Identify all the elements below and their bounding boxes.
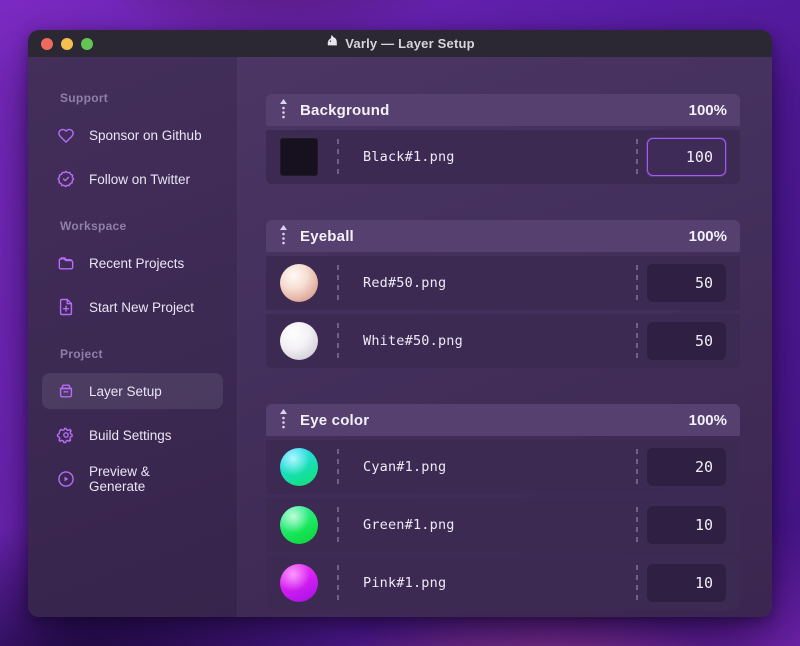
layer-group-header[interactable]: Background 100%: [266, 94, 740, 126]
layer-row: Cyan#1.png: [266, 440, 740, 494]
heart-icon: [56, 125, 76, 145]
divider: [636, 565, 638, 601]
sidebar-item-recent-projects[interactable]: Recent Projects: [42, 245, 223, 281]
divider: [636, 449, 638, 485]
divider: [636, 265, 638, 301]
sidebar-item-label: Preview & Generate: [89, 464, 150, 494]
divider: [337, 265, 339, 301]
close-window-button[interactable]: [41, 37, 53, 50]
divider: [636, 323, 638, 359]
titlebar[interactable]: Varly — Layer Setup: [28, 30, 772, 57]
sidebar-item-start-new-project[interactable]: Start New Project: [42, 289, 223, 325]
sidebar: Support Sponsor on Github Follow on Twit…: [28, 57, 238, 617]
play-circle-icon: [56, 469, 76, 489]
layer-thumbnail-black: [280, 138, 318, 176]
layer-filename: White#50.png: [363, 333, 463, 349]
divider: [636, 139, 638, 175]
layer-weight-input[interactable]: [647, 264, 726, 302]
layer-thumbnail-red: [280, 264, 318, 302]
traffic-lights: [28, 37, 93, 50]
divider: [337, 507, 339, 543]
group-title: Background: [300, 101, 390, 119]
sidebar-item-layer-setup[interactable]: Layer Setup: [42, 373, 223, 409]
layer-row: Black#1.png: [266, 130, 740, 184]
layer-thumbnail-pink: [280, 564, 318, 602]
drag-handle-icon[interactable]: [279, 99, 288, 121]
layer-group-header[interactable]: Eye color 100%: [266, 404, 740, 436]
sidebar-section-project: Project Layer Setup Build Settings Previ…: [42, 347, 223, 497]
layer-thumbnail-green: [280, 506, 318, 544]
layer-filename: Black#1.png: [363, 149, 455, 165]
group-weight: 100%: [688, 411, 727, 429]
divider: [337, 323, 339, 359]
zoom-window-button[interactable]: [81, 37, 93, 50]
layer-weight-input[interactable]: [647, 448, 726, 486]
section-label-project: Project: [60, 347, 103, 361]
layer-weight-input[interactable]: [647, 138, 726, 176]
archive-box-icon: [56, 381, 76, 401]
group-title: Eye color: [300, 411, 370, 429]
layer-weight-input[interactable]: [647, 322, 726, 360]
sidebar-item-follow-on-twitter[interactable]: Follow on Twitter: [42, 161, 223, 197]
divider: [337, 139, 339, 175]
sidebar-item-label: Start New Project: [89, 299, 195, 315]
sidebar-item-label: Sponsor on Github: [89, 127, 202, 143]
sidebar-item-label: Recent Projects: [89, 255, 185, 271]
sidebar-section-workspace: Workspace Recent Projects Start New Proj…: [42, 219, 223, 325]
sidebar-item-sponsor-on-github[interactable]: Sponsor on Github: [42, 117, 223, 153]
layer-filename: Red#50.png: [363, 275, 447, 291]
layer-filename: Green#1.png: [363, 517, 455, 533]
divider: [636, 507, 638, 543]
layer-group-eyeball: Eyeball 100% Red#50.png White#50.png: [266, 220, 740, 368]
group-weight: 100%: [688, 101, 727, 119]
layer-row: Green#1.png: [266, 498, 740, 552]
layer-weight-input[interactable]: [647, 564, 726, 602]
sidebar-item-label: Follow on Twitter: [89, 171, 191, 187]
layer-thumbnail-cyan: [280, 448, 318, 486]
layer-group-background: Background 100% Black#1.png: [266, 94, 740, 184]
sidebar-item-build-settings[interactable]: Build Settings: [42, 417, 223, 453]
gear-icon: [56, 425, 76, 445]
drag-handle-icon[interactable]: [279, 225, 288, 247]
layer-row: Red#50.png: [266, 256, 740, 310]
sidebar-item-preview-generate[interactable]: Preview & Generate: [42, 461, 223, 497]
layer-group-header[interactable]: Eyeball 100%: [266, 220, 740, 252]
app-window: Varly — Layer Setup Support Sponsor on G…: [28, 30, 772, 617]
layer-filename: Pink#1.png: [363, 575, 447, 591]
section-label-support: Support: [60, 91, 109, 105]
layer-filename: Cyan#1.png: [363, 459, 447, 475]
layer-row: Pink#1.png: [266, 556, 740, 610]
layer-weight-input[interactable]: [647, 506, 726, 544]
sidebar-item-label: Layer Setup: [89, 383, 162, 399]
unicorn-app-icon: [325, 34, 339, 53]
minimize-window-button[interactable]: [61, 37, 73, 50]
badge-check-icon: [56, 169, 76, 189]
folder-icon: [56, 253, 76, 273]
group-weight: 100%: [688, 227, 727, 245]
section-label-workspace: Workspace: [60, 219, 127, 233]
sidebar-item-label: Build Settings: [89, 427, 172, 443]
sidebar-section-support: Support Sponsor on Github Follow on Twit…: [42, 91, 223, 197]
divider: [337, 449, 339, 485]
layer-thumbnail-white: [280, 322, 318, 360]
layer-row: White#50.png: [266, 314, 740, 368]
layer-setup-panel: Background 100% Black#1.png 100 Eyeball …: [238, 57, 772, 617]
group-title: Eyeball: [300, 227, 354, 245]
layer-group-eye-color: Eye color 100% Cyan#1.png Green#1.png: [266, 404, 740, 610]
window-title: Varly — Layer Setup: [345, 36, 475, 51]
file-plus-icon: [56, 297, 76, 317]
divider: [337, 565, 339, 601]
drag-handle-icon[interactable]: [279, 409, 288, 431]
